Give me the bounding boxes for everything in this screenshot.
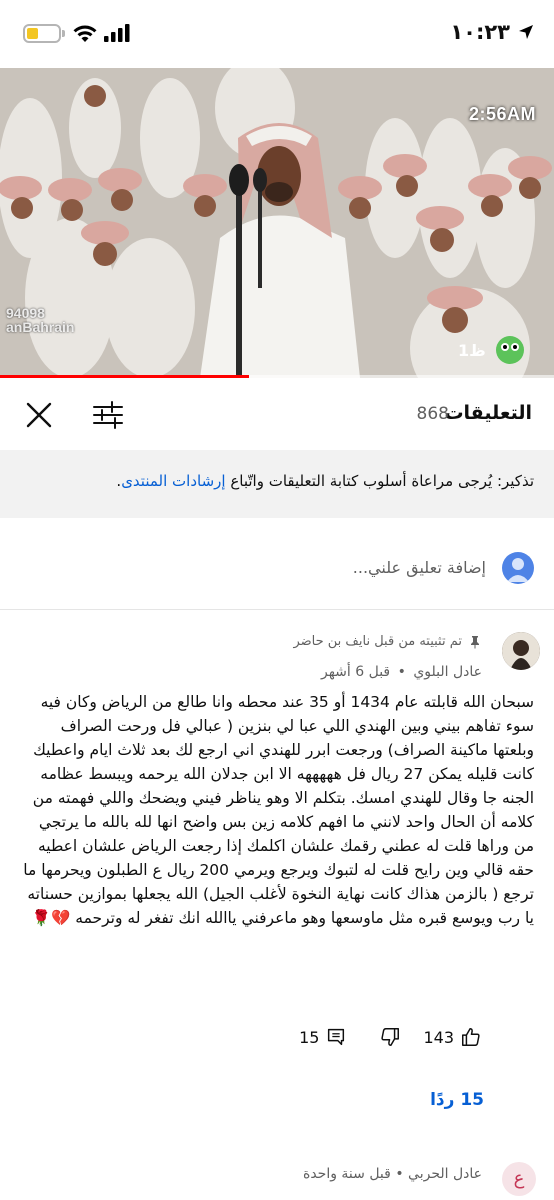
comments-title: التعليقات bbox=[444, 402, 532, 424]
status-bar: ١٠:٢٣ bbox=[0, 0, 554, 68]
view-replies-link[interactable]: 15 ردًا bbox=[430, 1090, 484, 1110]
sliders-icon[interactable] bbox=[90, 398, 126, 432]
community-guidelines-link[interactable]: إرشادات المنتدى bbox=[121, 472, 225, 490]
cellular-signal-icon bbox=[104, 24, 130, 42]
comment-icon bbox=[328, 1028, 345, 1046]
pinned-label: تم تثبيته من قبل نايف بن حاضر bbox=[293, 634, 482, 649]
meta-separator-2: • bbox=[395, 1166, 404, 1182]
battery-level bbox=[27, 28, 38, 39]
reply-button[interactable]: 15 bbox=[299, 1026, 347, 1048]
battery-cap bbox=[62, 30, 65, 37]
like-button[interactable]: 143 bbox=[423, 1026, 482, 1048]
close-icon[interactable] bbox=[22, 398, 56, 432]
comment-meta: عادل البلوي • قبل 6 أشهر bbox=[321, 664, 482, 680]
reminder-text: تذكير: يُرجى مراعاة أسلوب كتابة التعليقا… bbox=[225, 472, 534, 490]
comment-author-avatar[interactable] bbox=[502, 632, 540, 670]
replies-link-text: 15 ردًا bbox=[430, 1090, 484, 1110]
comment-author-2[interactable]: عادل الحربي bbox=[408, 1166, 482, 1182]
video-player[interactable]: ظ1 2:56AM 94098 anBahrain bbox=[0, 68, 554, 378]
location-arrow-icon bbox=[519, 25, 533, 39]
svg-text:ظ1: ظ1 bbox=[458, 341, 486, 360]
comment-time-2: قبل سنة واحدة bbox=[302, 1166, 391, 1182]
comment-meta-2: عادل الحربي • قبل سنة واحدة bbox=[303, 1166, 482, 1182]
video-watermark: 94098 anBahrain bbox=[6, 306, 74, 334]
comment-author-avatar-2[interactable]: ع bbox=[502, 1162, 536, 1196]
comment-actions: 143 15 bbox=[299, 1026, 482, 1048]
pinned-by-text: تم تثبيته من قبل نايف بن حاضر bbox=[293, 634, 462, 649]
add-comment-input[interactable]: إضافة تعليق علني... bbox=[353, 558, 486, 577]
comment-time: قبل 6 أشهر bbox=[320, 664, 391, 680]
meta-separator: • bbox=[397, 664, 406, 680]
person-icon bbox=[507, 558, 529, 582]
dislike-button[interactable] bbox=[379, 1026, 401, 1048]
video-watermark-line1: 94098 bbox=[6, 305, 45, 321]
add-comment-row[interactable]: إضافة تعليق علني... bbox=[0, 518, 554, 610]
pin-icon bbox=[471, 635, 479, 648]
battery-icon bbox=[23, 24, 61, 43]
thumbs-up-icon bbox=[462, 1028, 480, 1046]
comments-header: التعليقات 868 bbox=[0, 378, 554, 450]
wifi-icon bbox=[73, 25, 97, 42]
like-count: 143 bbox=[423, 1027, 454, 1047]
video-watermark-line2: anBahrain bbox=[6, 319, 75, 335]
user-avatar bbox=[502, 552, 534, 584]
author-photo bbox=[502, 632, 540, 670]
thumbs-down-icon bbox=[381, 1028, 400, 1046]
comment-body: سبحان الله قابلته عام 1434 أو 35 عند محط… bbox=[23, 693, 534, 927]
reply-count: 15 bbox=[299, 1027, 320, 1047]
community-guidelines-reminder: تذكير: يُرجى مراعاة أسلوب كتابة التعليقا… bbox=[0, 450, 554, 518]
video-timestamp: 2:56AM bbox=[468, 104, 536, 124]
status-time: ١٠:٢٣ bbox=[450, 20, 510, 44]
comments-count: 868 bbox=[416, 404, 449, 424]
comment-author[interactable]: عادل البلوي bbox=[413, 664, 482, 680]
